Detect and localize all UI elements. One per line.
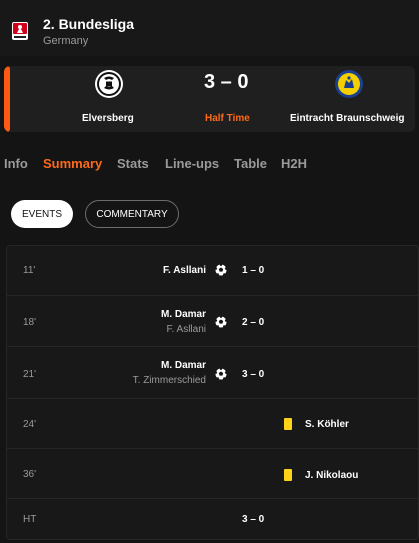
event-row: 36' J. Nikolaou <box>7 449 419 499</box>
yellow-card-icon <box>284 418 292 430</box>
commentary-toggle-button[interactable]: COMMENTARY <box>85 200 179 228</box>
tab-stats[interactable]: Stats <box>117 156 149 171</box>
event-row: 24' S. Köhler <box>7 399 419 449</box>
league-name[interactable]: 2. Bundesliga <box>43 16 134 32</box>
event-row: 11' F. Asllani 1 – 0 <box>7 246 419 296</box>
match-scoreboard: Elversberg 3 – 0 Half Time Eintracht Bra… <box>4 66 415 132</box>
event-row: 21' M. Damar T. Zimmerschied 3 – 0 <box>7 347 419 399</box>
braunschweig-crest-icon[interactable] <box>334 69 364 99</box>
event-player[interactable]: J. Nikolaou <box>305 470 358 481</box>
ball-icon <box>215 368 227 380</box>
event-player[interactable]: F. Asllani <box>163 265 206 276</box>
event-score: 3 – 0 <box>242 369 265 380</box>
ball-icon <box>215 316 227 328</box>
event-minute: 24' <box>23 419 37 430</box>
event-score: 3 – 0 <box>242 514 265 525</box>
status-indicator-bar <box>4 66 10 132</box>
event-row-halftime: HT 3 – 0 <box>7 499 419 539</box>
tab-summary[interactable]: Summary <box>43 156 102 171</box>
tab-line-ups[interactable]: Line-ups <box>165 156 219 171</box>
elversberg-crest-icon[interactable] <box>94 69 124 99</box>
match-score: 3 – 0 <box>204 71 249 93</box>
event-row: 18' M. Damar F. Asllani 2 – 0 <box>7 296 419 347</box>
league-country: Germany <box>43 35 89 47</box>
event-player[interactable]: M. Damar <box>161 360 206 371</box>
event-score: 1 – 0 <box>242 265 265 276</box>
event-assist[interactable]: F. Asllani <box>167 324 206 335</box>
tab-table[interactable]: Table <box>234 156 267 171</box>
event-minute: 18' <box>23 317 37 328</box>
event-minute: 11' <box>23 265 36 276</box>
ball-icon <box>215 264 227 276</box>
event-player[interactable]: S. Köhler <box>305 419 349 430</box>
league-header[interactable]: 2. Bundesliga Germany <box>0 0 419 56</box>
away-team-name[interactable]: Eintracht Braunschweig <box>290 113 404 124</box>
home-team-name[interactable]: Elversberg <box>82 113 134 124</box>
bundesliga-logo-icon <box>12 22 28 40</box>
yellow-card-icon <box>284 469 292 481</box>
match-tabs: Info Summary Stats Line-ups Table H2H <box>0 156 419 176</box>
tab-h2h[interactable]: H2H <box>281 156 307 171</box>
event-minute: 36' <box>23 469 37 480</box>
match-status: Half Time <box>205 113 250 124</box>
events-toggle-button[interactable]: EVENTS <box>11 200 73 228</box>
event-minute: HT <box>23 514 37 525</box>
event-assist[interactable]: T. Zimmerschied <box>133 375 206 386</box>
event-score: 2 – 0 <box>242 317 265 328</box>
events-list: 11' F. Asllani 1 – 0 18' M. Damar F. Asl… <box>6 245 419 540</box>
tab-info[interactable]: Info <box>4 156 28 171</box>
event-player[interactable]: M. Damar <box>161 309 206 320</box>
event-minute: 21' <box>23 369 37 380</box>
